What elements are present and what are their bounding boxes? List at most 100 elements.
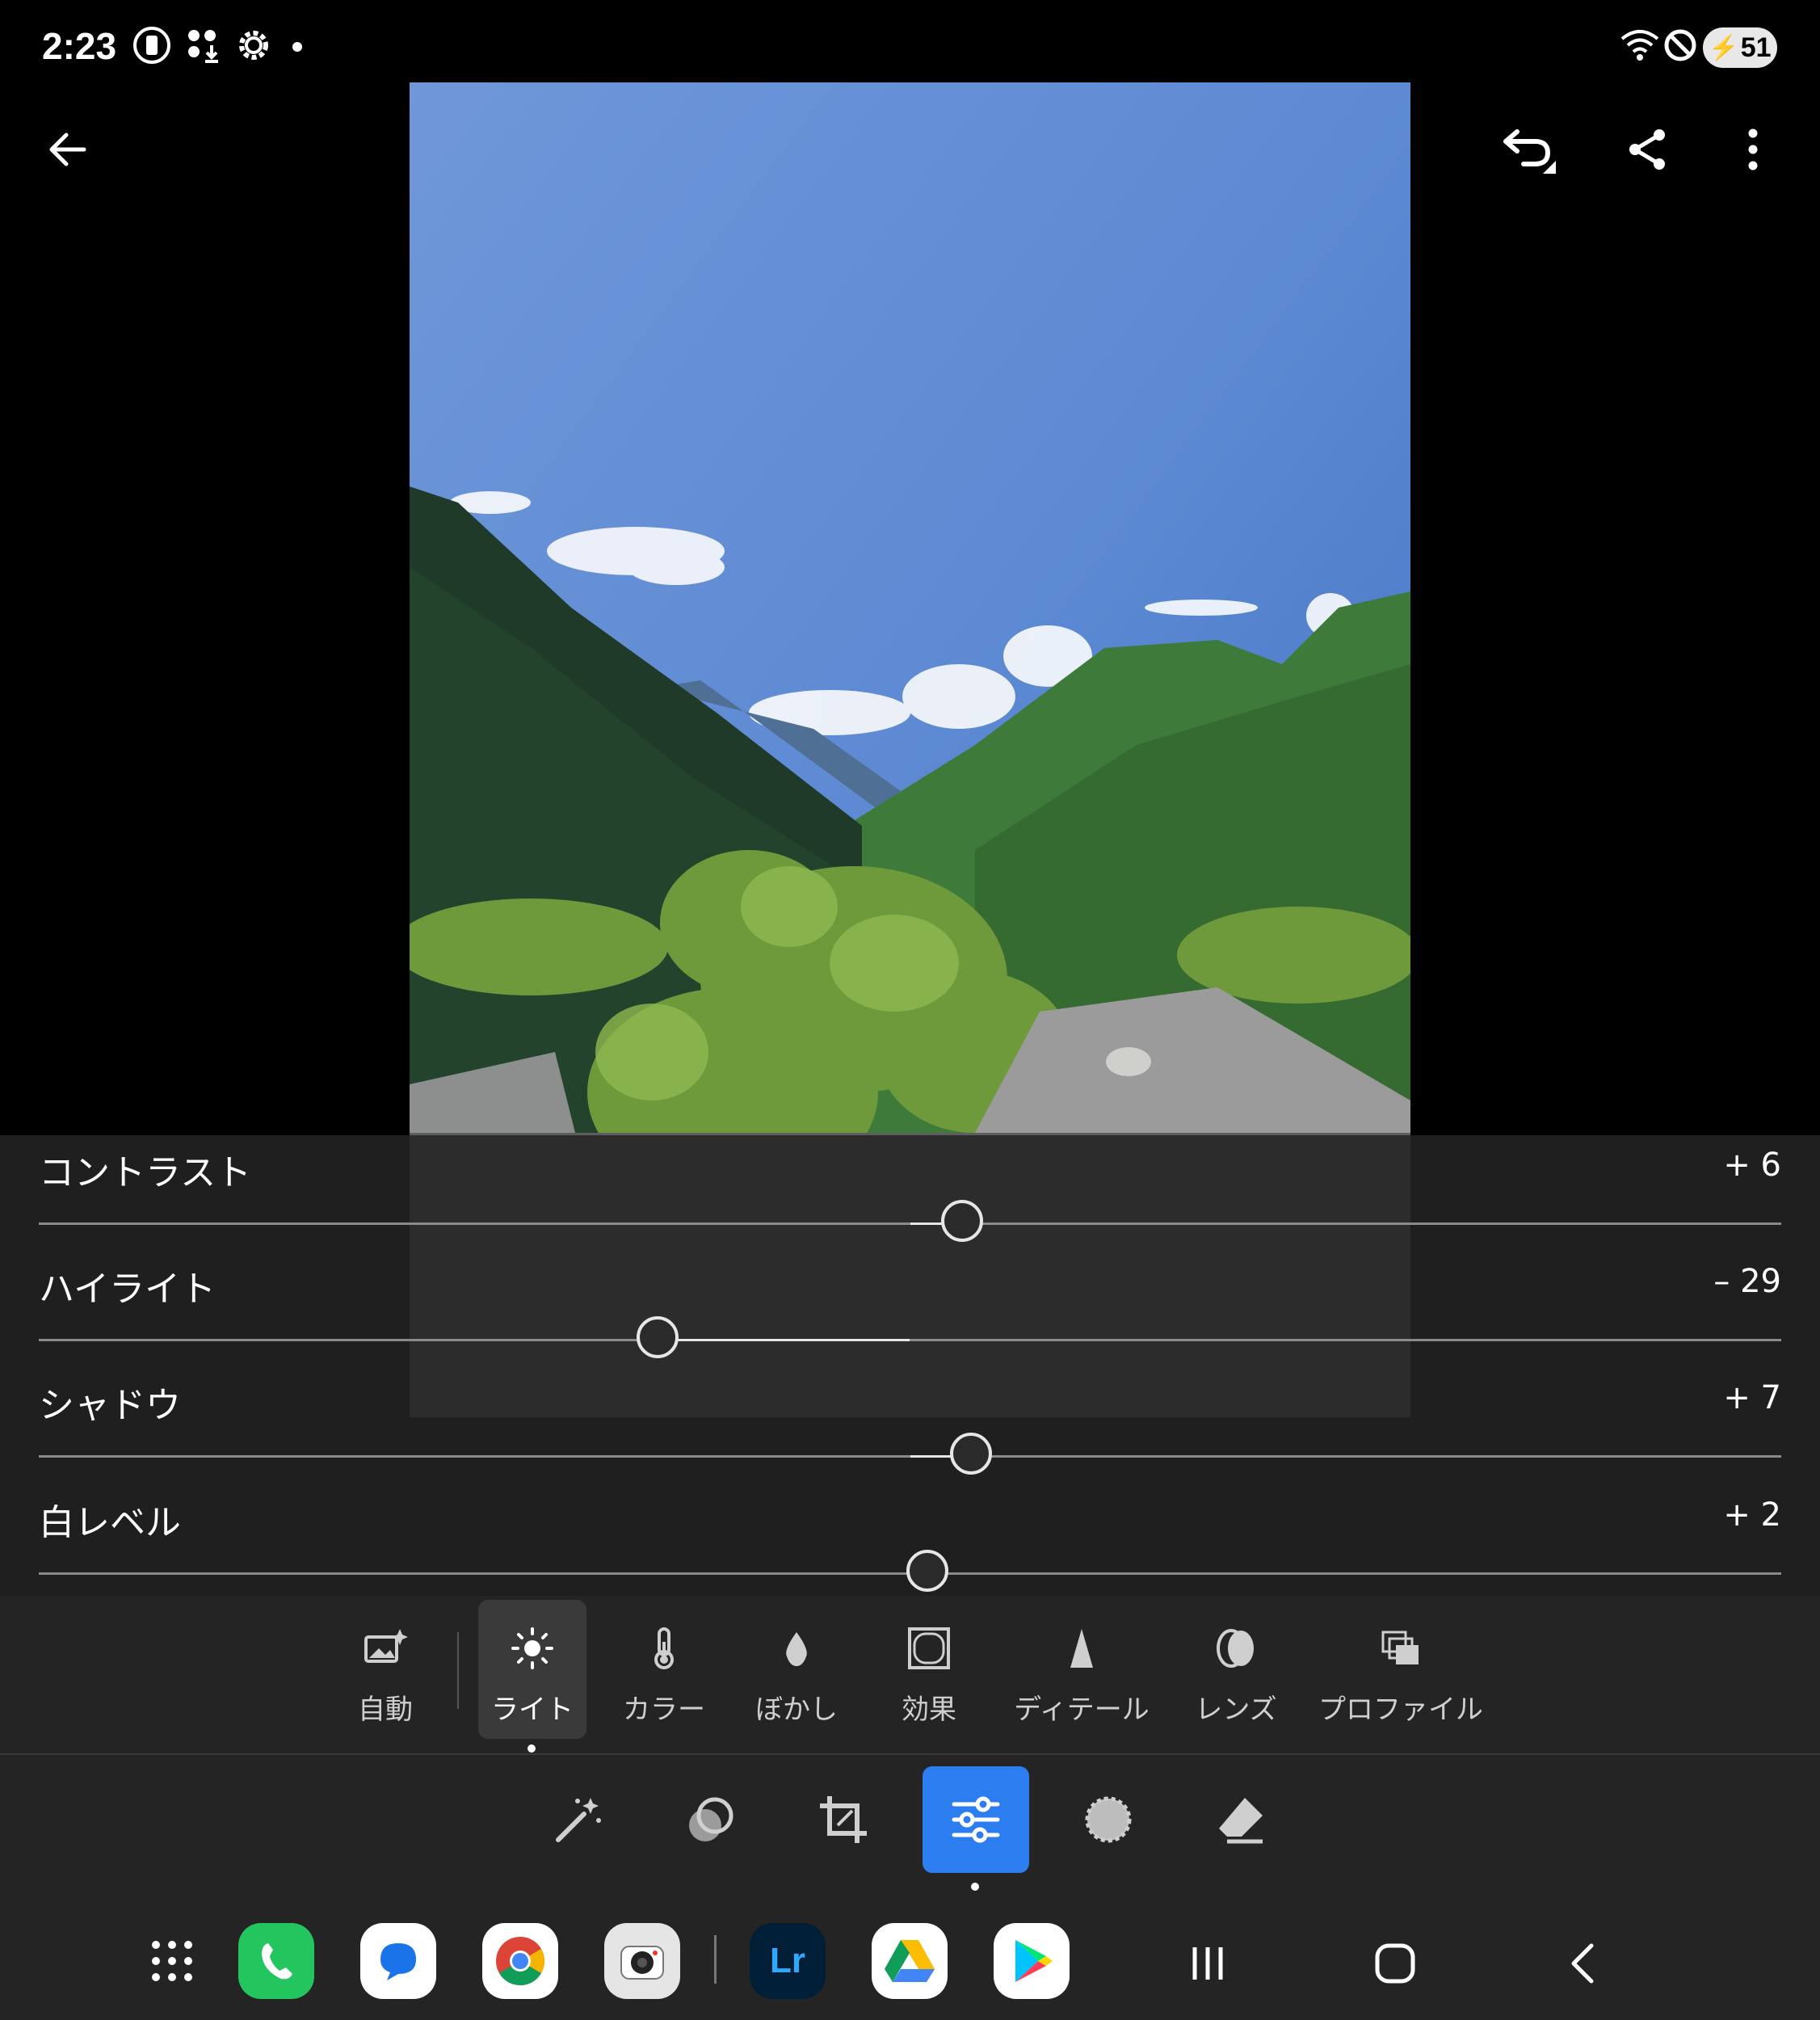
back-button[interactable] <box>36 117 100 182</box>
presets-button[interactable] <box>658 1766 764 1873</box>
battery-indicator: ⚡ 51 <box>1703 27 1777 68</box>
masking-icon <box>1085 1796 1132 1843</box>
tab-color[interactable]: カラー <box>616 1600 712 1739</box>
eraser-icon <box>1219 1798 1263 1844</box>
slider-value: + 2 <box>1723 1496 1781 1534</box>
messages-app[interactable] <box>360 1923 436 1999</box>
app-drawer-button[interactable] <box>134 1923 210 1999</box>
charging-bolt-icon: ⚡ <box>1709 34 1739 61</box>
home-icon <box>1375 1943 1415 1984</box>
tab-lens[interactable]: レンズ <box>1194 1600 1278 1739</box>
thermometer-icon <box>640 1624 688 1673</box>
slider-thumb[interactable] <box>636 1316 679 1358</box>
edit-tool-bar <box>0 1753 1820 1900</box>
phone-app[interactable] <box>238 1923 314 1999</box>
undo-button[interactable] <box>1494 117 1559 182</box>
slider-label: ハイライト <box>39 1269 216 1310</box>
tab-effects[interactable]: 効果 <box>889 1600 969 1739</box>
tab-label: レンズ <box>1195 1694 1277 1726</box>
recents-icon <box>1192 1947 1223 1980</box>
wifi-icon <box>1620 30 1659 61</box>
notification-dot <box>292 42 302 52</box>
tab-label: ディテール <box>1014 1694 1150 1726</box>
slider-value: – 29 <box>1713 1263 1781 1300</box>
play-store-icon <box>1015 1940 1053 1982</box>
tab-label: プロファイル <box>1318 1694 1483 1726</box>
arrow-left-icon <box>49 133 86 166</box>
more-options-button[interactable] <box>1721 117 1785 182</box>
droplet-icon <box>772 1624 821 1673</box>
status-time: 2:23 <box>42 25 117 67</box>
slider-value: + 6 <box>1723 1147 1781 1184</box>
auto-image-icon <box>361 1624 410 1673</box>
system-back-button[interactable] <box>1551 1931 1616 1996</box>
lightroom-app[interactable]: Lr <box>750 1923 826 1999</box>
vignette-icon <box>905 1624 953 1673</box>
remove-tool-button[interactable] <box>1187 1766 1294 1873</box>
slider-label: シャドウ <box>39 1385 181 1426</box>
slider-contrast[interactable]: コントラスト + 6 <box>0 1143 1820 1260</box>
tab-detail[interactable]: ディテール <box>1013 1600 1150 1739</box>
presets-icon <box>689 1797 733 1841</box>
magic-wand-icon <box>556 1798 601 1842</box>
triangle-icon <box>1057 1624 1106 1673</box>
lightroom-logo-text: Lr <box>770 1941 805 1980</box>
status-bar: 2:23 ⚡ 51 <box>0 0 1820 81</box>
quick-actions-button[interactable] <box>525 1766 632 1873</box>
adjustment-category-bar: 自動 ライト カラー ぼかし 効果 ディテール レンズ プロファイル <box>0 1596 1820 1753</box>
apps-download-icon <box>188 30 218 63</box>
battery-level: 51 <box>1740 32 1772 63</box>
tab-light[interactable]: ライト <box>478 1600 586 1739</box>
profile-icon <box>1377 1624 1425 1673</box>
sun-icon <box>508 1624 557 1673</box>
tab-divider <box>457 1632 459 1709</box>
lens-icon <box>1212 1624 1260 1673</box>
grid-dots-icon <box>152 1941 192 1981</box>
slider-highlights[interactable]: ハイライト – 29 <box>0 1260 1820 1377</box>
system-dock: Lr <box>0 1899 1820 2020</box>
camera-app[interactable] <box>604 1923 680 1999</box>
recent-apps-button[interactable] <box>1175 1931 1240 1996</box>
slider-shadows[interactable]: シャドウ + 7 <box>0 1376 1820 1493</box>
tab-auto[interactable]: 自動 <box>339 1600 431 1739</box>
dock-divider <box>714 1935 717 1984</box>
tab-label: ぼかし <box>755 1694 838 1726</box>
play-store-app[interactable] <box>994 1923 1070 1999</box>
drive-app[interactable] <box>872 1923 948 1999</box>
slider-label: コントラスト <box>39 1152 252 1193</box>
tab-label: カラー <box>623 1694 705 1726</box>
do-not-disturb-icon <box>1664 29 1696 61</box>
slider-label: 白レベル <box>39 1502 181 1543</box>
chat-bubble-icon <box>380 1943 416 1980</box>
slider-thumb[interactable] <box>949 1433 992 1475</box>
slider-whites[interactable]: 白レベル + 2 <box>0 1493 1820 1610</box>
edit-adjustments-button[interactable] <box>923 1766 1029 1873</box>
tab-blur[interactable]: ぼかし <box>750 1600 843 1739</box>
more-vertical-icon <box>1748 128 1758 170</box>
tab-profile[interactable]: プロファイル <box>1318 1600 1483 1739</box>
slider-value: + 7 <box>1723 1379 1781 1416</box>
slider-fill <box>657 1339 910 1341</box>
home-button[interactable] <box>1363 1931 1427 1996</box>
chrome-icon <box>496 1937 545 1986</box>
adjust-sliders-icon <box>952 1796 1000 1843</box>
slider-track[interactable] <box>39 1339 1781 1341</box>
masking-button[interactable] <box>1055 1766 1162 1873</box>
chevron-left-icon <box>1571 1943 1594 1984</box>
tab-label: ライト <box>491 1694 574 1726</box>
tab-label: 効果 <box>902 1694 956 1726</box>
chrome-app[interactable] <box>482 1923 558 1999</box>
crop-button[interactable] <box>790 1766 897 1873</box>
settings-gear-icon <box>239 31 268 60</box>
share-button[interactable] <box>1616 117 1680 182</box>
undo-icon <box>1503 129 1556 174</box>
active-tab-indicator <box>528 1744 536 1753</box>
light-adjustment-panel: コントラスト + 6 ハイライト – 29 シャドウ + 7 白レベル + 2 <box>0 1135 1820 1596</box>
slider-thumb[interactable] <box>906 1550 949 1592</box>
screenshot-icon <box>133 27 170 64</box>
share-icon <box>1629 129 1665 170</box>
crop-icon <box>820 1796 867 1843</box>
phone-icon <box>262 1943 292 1980</box>
drive-icon <box>885 1940 935 1982</box>
slider-thumb[interactable] <box>941 1200 984 1242</box>
